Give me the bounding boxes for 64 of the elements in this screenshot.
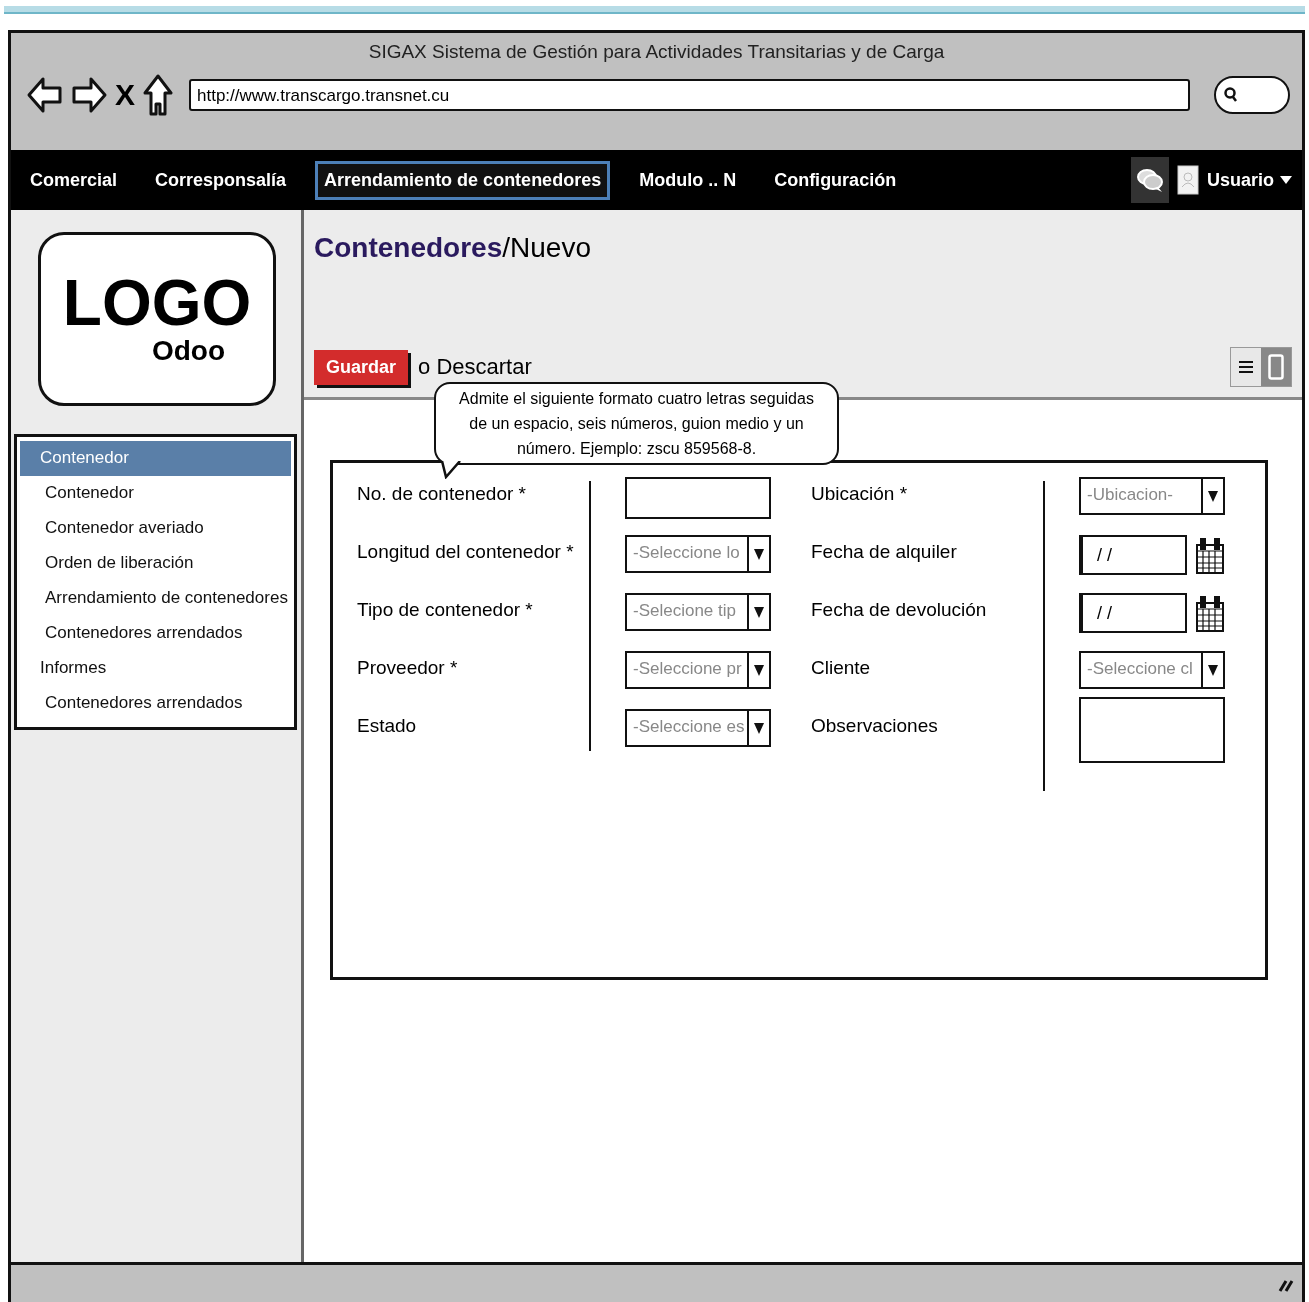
caret-icon <box>753 721 765 735</box>
text-field[interactable] <box>625 477 771 519</box>
url-field[interactable]: http://www.transcargo.transnet.cu <box>189 79 1190 111</box>
menu-item[interactable]: Contenedor <box>20 476 291 511</box>
text-area[interactable] <box>1079 697 1225 763</box>
field-label: No. de contenedor * <box>357 482 527 506</box>
menu-item[interactable]: Contenedor averiado <box>20 511 291 546</box>
breadcrumb-link[interactable]: Contenedores <box>314 232 503 263</box>
dropdown[interactable]: -Ubicacion- <box>1079 477 1225 515</box>
dropdown[interactable]: -Selecione tip <box>625 593 771 631</box>
menu-item[interactable]: Contenedores arrendados <box>20 616 291 651</box>
caret-icon <box>753 663 765 677</box>
field-label: Tipo de contenedor * <box>357 598 534 622</box>
home-icon[interactable] <box>143 73 173 117</box>
search-field[interactable] <box>1214 76 1290 114</box>
calendar-icon[interactable] <box>1195 595 1225 633</box>
nav-tab[interactable]: Comercial <box>21 160 127 200</box>
close-glyph[interactable]: X <box>115 78 135 112</box>
caret-icon <box>1280 176 1292 184</box>
avatar-icon <box>1176 165 1199 195</box>
chat-icon <box>1135 167 1164 193</box>
field-label: Fecha de devolución <box>811 598 988 622</box>
save-button[interactable]: Guardar <box>314 349 409 385</box>
calendar-icon[interactable] <box>1195 537 1225 575</box>
forward-icon[interactable] <box>71 75 107 115</box>
nav-tab[interactable]: Modulo .. N <box>630 160 746 200</box>
user-menu[interactable]: Usuario <box>1206 169 1292 191</box>
menu-item[interactable]: Arrendamiento de contenedores <box>20 581 291 616</box>
breadcrumb: Contenedores/Nuevo <box>314 232 592 264</box>
nav-tab[interactable]: Arrendamiento de contenedores <box>315 160 611 200</box>
dropdown[interactable]: -Seleccione pr <box>625 651 771 689</box>
discard-link[interactable]: o Descartar <box>418 354 532 380</box>
caret-icon <box>1207 489 1219 503</box>
dropdown[interactable]: -Seleccione lo <box>625 535 771 573</box>
field-label: Ubicación * <box>811 482 909 506</box>
field-label: Estado <box>357 714 418 738</box>
search-icon <box>1224 87 1238 103</box>
menu-item[interactable]: Orden de liberación <box>20 546 291 581</box>
logo-subtitle: Odoo <box>151 335 225 367</box>
chat-button[interactable] <box>1130 157 1169 203</box>
field-label: Observaciones <box>811 714 939 738</box>
list-icon <box>1239 361 1253 373</box>
field-label: Proveedor * <box>357 656 459 680</box>
nav-tab[interactable]: Corresponsalía <box>146 160 296 200</box>
window-title: SIGAX Sistema de Gestión para Actividades Transitarias y de Carga <box>368 41 945 63</box>
back-icon[interactable] <box>27 75 63 115</box>
dropdown[interactable]: -Seleccione cl <box>1079 651 1225 689</box>
dropdown[interactable]: -Seleccione es <box>625 709 771 747</box>
caret-icon <box>753 547 765 561</box>
field-label: Fecha de alquiler <box>811 540 958 564</box>
caret-icon <box>1207 663 1219 677</box>
menu-item[interactable]: Contenedores arrendados <box>20 686 291 721</box>
date-field[interactable]: / / <box>1079 535 1187 575</box>
date-field[interactable]: / / <box>1079 593 1187 633</box>
view-toggle-button[interactable] <box>1231 348 1261 386</box>
view-toggle-button[interactable] <box>1261 348 1291 386</box>
menu-header[interactable]: Informes <box>20 651 291 686</box>
nav-tab[interactable]: Configuración <box>765 160 906 200</box>
form-icon <box>1268 354 1284 380</box>
field-label: Cliente <box>811 656 872 680</box>
caret-icon <box>753 605 765 619</box>
menu-header[interactable]: Contenedor <box>20 441 291 476</box>
logo-title: LOGO <box>62 271 252 335</box>
field-label: Longitud del contenedor * <box>357 540 575 564</box>
